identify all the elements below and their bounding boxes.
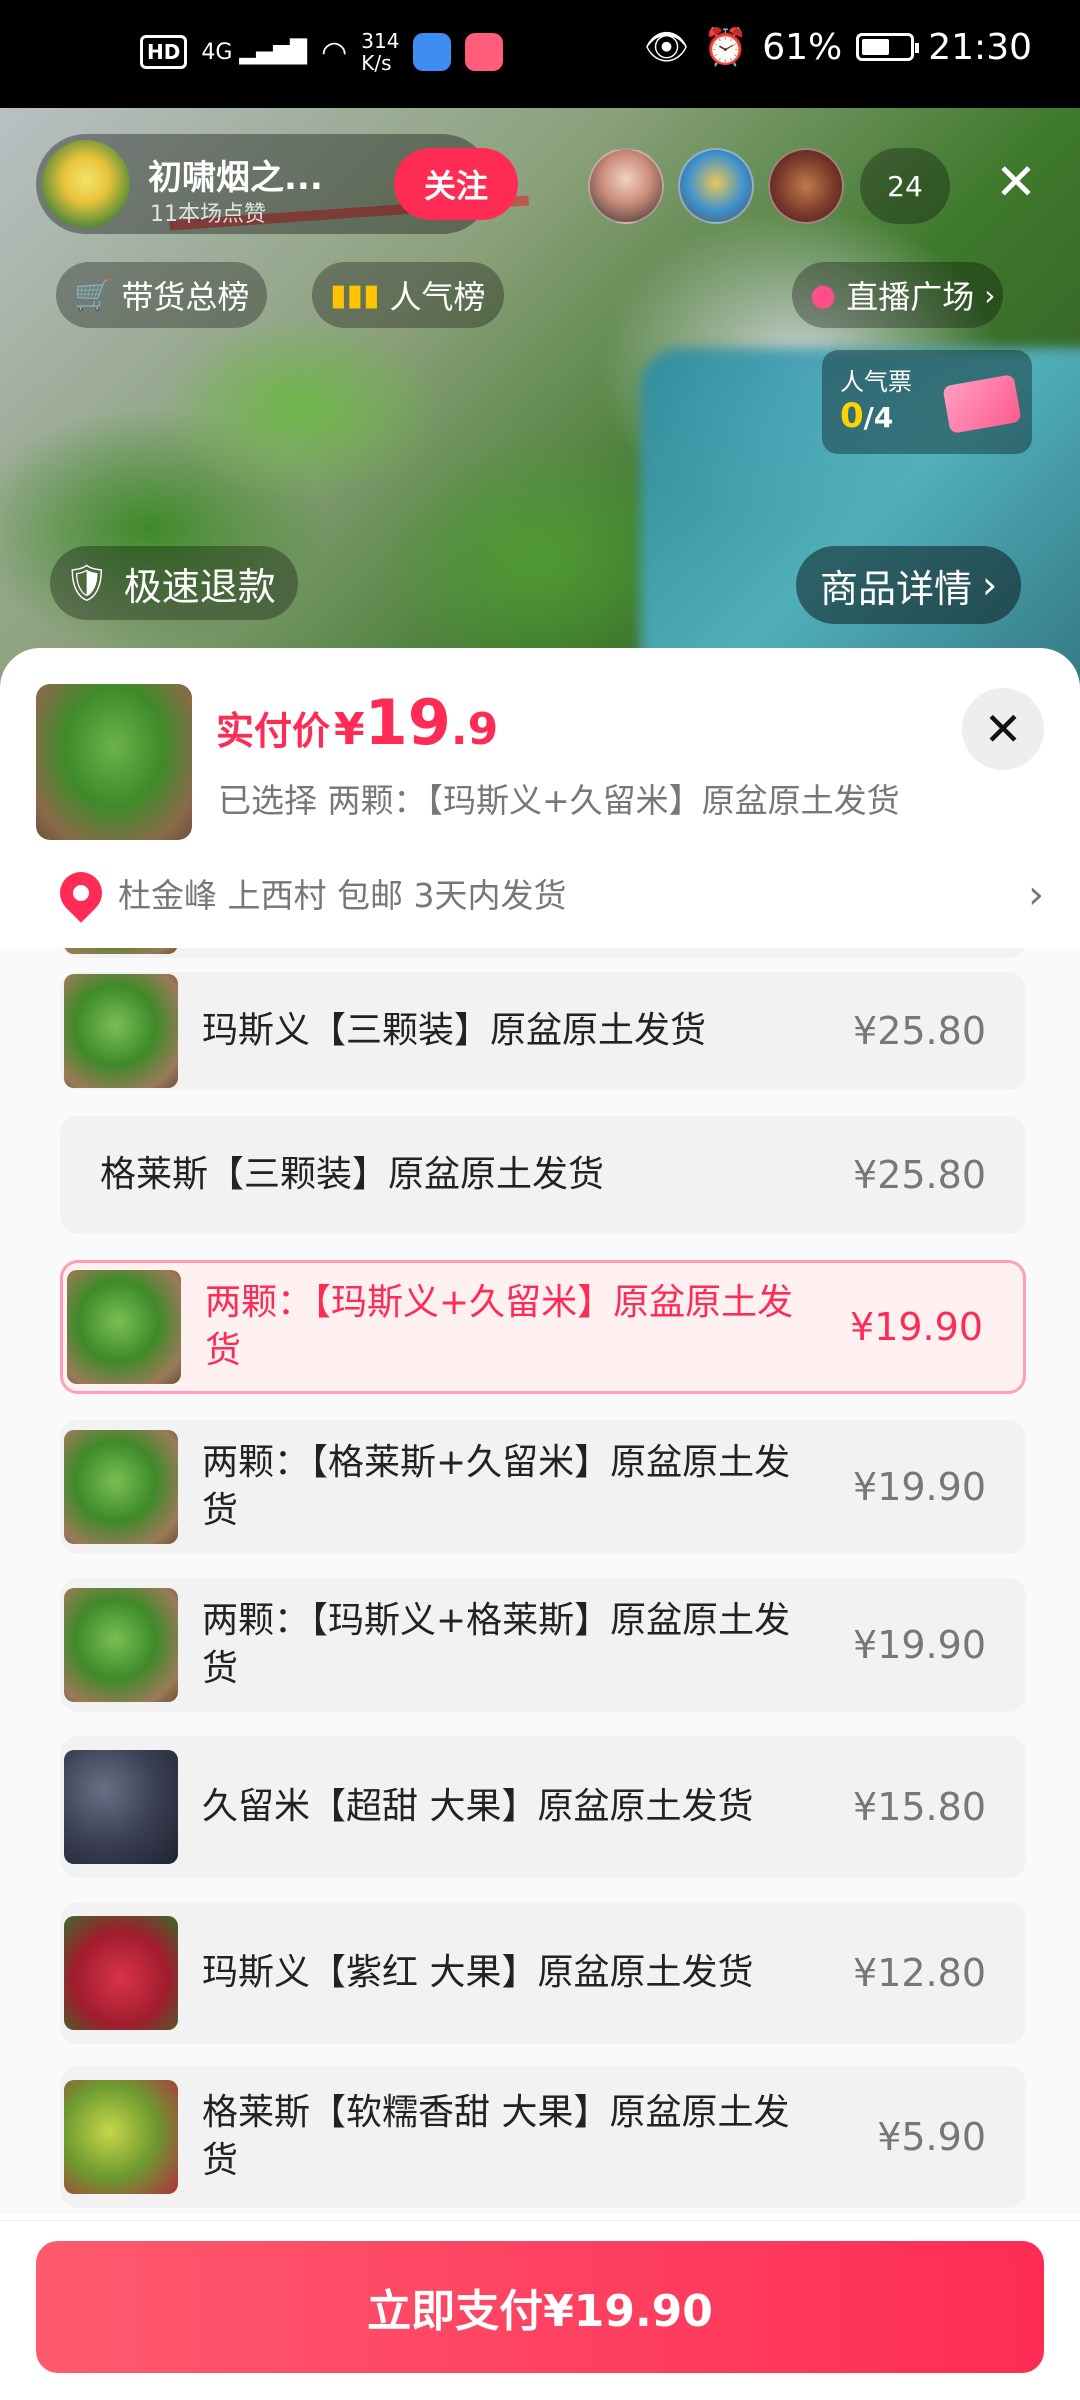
variant-image (64, 1916, 178, 2030)
battery-icon (856, 33, 920, 61)
live-square-chip[interactable]: ● 直播广场 › (792, 262, 1004, 328)
follow-button[interactable]: 关注 (394, 148, 518, 220)
fast-refund-badge[interactable]: 🛡 极速退款 (50, 546, 298, 620)
shield-icon: 🛡 (64, 563, 110, 604)
chevron-right-icon: › (982, 563, 998, 607)
variant-name: 两颗：【格莱斯+久留米】原盆原土发货 (202, 1442, 791, 1531)
variant-image (64, 1430, 178, 1544)
variant-name: 格莱斯【三颗装】原盆原土发货 (100, 1154, 605, 1195)
variant-image (67, 1270, 181, 1384)
bottom-action-bar: 立即支付¥19.90 (0, 2220, 1080, 2400)
alarm-icon: ⏰ (703, 27, 749, 68)
variant-option[interactable]: 两颗：【玛斯义+格莱斯】原盆原土发货 ¥19.90 (60, 1578, 1026, 1712)
variant-image (64, 1588, 178, 1702)
variant-price: ¥19.90 (850, 1305, 983, 1349)
variant-option[interactable]: 久留米【超甜 大果】原盆原土发货 ¥15.80 (60, 1736, 1026, 1878)
network-speed: 314 K/s (361, 29, 400, 75)
viewer-count[interactable]: 24 (860, 148, 950, 224)
variant-image (64, 974, 178, 1088)
selected-variant: 已选择 两颗：【玛斯义+久留米】原盆原土发货 (218, 781, 900, 820)
variant-name: 久留米【超甜 大果】原盆原土发货 (202, 1786, 754, 1827)
variant-option-selected[interactable]: 两颗：【玛斯义+久留米】原盆原土发货 ¥19.90 (60, 1260, 1026, 1394)
variant-list[interactable]: 玛斯义【三颗装】原盆原土发货 ¥25.80 格莱斯【三颗装】原盆原土发货 ¥25… (0, 948, 1080, 2214)
app-notification-icon (465, 33, 504, 71)
sales-rank-chip[interactable]: 🛒 带货总榜 (56, 262, 268, 328)
variant-price: ¥25.80 (853, 1153, 986, 1197)
variant-image (64, 948, 178, 954)
location-pin-icon (51, 863, 111, 923)
cart-icon: 🛒 (74, 277, 112, 313)
battery-percent: 61% (762, 26, 843, 68)
eye-icon: 👁 (643, 27, 690, 68)
hd-icon: HD (140, 35, 188, 69)
variant-name: 两颗：【玛斯义+久留米】原盆原土发货 (205, 1282, 794, 1371)
variant-option-partial[interactable] (60, 948, 1026, 958)
variant-price: ¥12.80 (853, 1951, 986, 1995)
product-details-button[interactable]: 商品详情 › (796, 546, 1022, 624)
variant-option[interactable]: 格莱斯【软糯香甜 大果】原盆原土发货 ¥5.90 (60, 2066, 1026, 2208)
ticket-icon (942, 374, 1022, 434)
votes-count: 0/4 (840, 396, 894, 436)
viewer-avatar[interactable] (588, 148, 664, 224)
close-icon[interactable]: ✕ (962, 688, 1044, 770)
variant-price: ¥19.90 (853, 1465, 986, 1509)
popularity-rank-chip[interactable]: ▮▮▮ 人气榜 (312, 262, 504, 328)
variant-option[interactable]: 玛斯义【三颗装】原盆原土发货 ¥25.80 (60, 972, 1026, 1090)
variant-name: 两颗：【玛斯义+格莱斯】原盆原土发货 (202, 1600, 791, 1689)
clock: 21:30 (928, 26, 1032, 68)
host-info[interactable]: 初啸烟之... 11本场点赞 关注 (36, 134, 518, 234)
chevron-right-icon: › (984, 278, 996, 312)
popularity-votes[interactable]: 人气票 0/4 (822, 350, 1032, 454)
variant-option[interactable]: 玛斯义【紫红 大果】原盆原土发货 ¥12.80 (60, 1902, 1026, 2044)
signal-icon: 4G ▂▄▆█ (201, 39, 308, 65)
bar-chart-icon: ▮▮▮ (330, 277, 380, 313)
chevron-right-icon: › (1028, 872, 1044, 918)
variant-image (64, 1750, 178, 1864)
host-avatar[interactable] (42, 140, 130, 228)
variant-name: 玛斯义【三颗装】原盆原土发货 (202, 1010, 707, 1051)
status-bar: HD 4G ▂▄▆█ ◠ 314 K/s 👁 ⏰ 61% 21:30 (0, 0, 1080, 108)
status-right: 👁 ⏰ 61% 21:30 (643, 26, 1032, 69)
votes-label: 人气票 (840, 368, 912, 396)
delivery-address[interactable]: 杜金峰 上西村 包邮 3天内发货 › (51, 863, 1044, 923)
paid-price: 实付价 ¥ 19 .9 (216, 686, 499, 759)
viewer-avatar[interactable] (678, 148, 754, 224)
variant-price: ¥15.80 (853, 1785, 986, 1829)
wifi-icon: ◠ (321, 34, 348, 70)
variant-option[interactable]: 两颗：【格莱斯+久留米】原盆原土发货 ¥19.90 (60, 1420, 1026, 1554)
variant-price: ¥5.90 (877, 2115, 986, 2159)
variant-price: ¥25.80 (853, 1009, 986, 1053)
viewer-avatar[interactable] (768, 148, 844, 224)
browser-app-icon (413, 33, 452, 71)
pay-now-button[interactable]: 立即支付¥19.90 (36, 2241, 1044, 2373)
product-thumbnail (36, 684, 192, 840)
close-icon[interactable]: ✕ (984, 150, 1048, 214)
host-name: 初啸烟之... (148, 158, 323, 198)
status-left: HD 4G ▂▄▆█ ◠ 314 K/s (140, 29, 504, 75)
variant-option[interactable]: 格莱斯【三颗装】原盆原土发货 ¥25.80 (60, 1116, 1026, 1234)
live-square-icon: ● (810, 277, 837, 313)
variant-image (64, 2080, 178, 2194)
variant-name: 玛斯义【紫红 大果】原盆原土发货 (202, 1952, 754, 1993)
variant-price: ¥19.90 (853, 1623, 986, 1667)
host-likes: 11本场点赞 (150, 202, 266, 227)
sku-selection-sheet: 实付价 ¥ 19 .9 已选择 两颗：【玛斯义+久留米】原盆原土发货 ✕ 杜金峰… (0, 648, 1080, 2400)
variant-name: 格莱斯【软糯香甜 大果】原盆原土发货 (202, 2092, 790, 2181)
